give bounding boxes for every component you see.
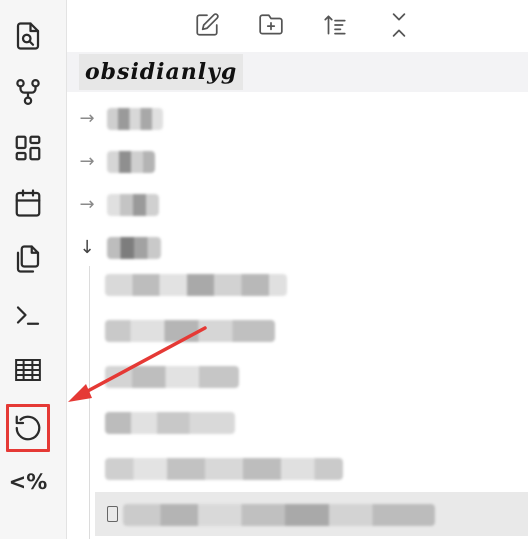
file-name-obscured bbox=[105, 458, 343, 480]
file-name-obscured bbox=[105, 366, 239, 388]
daily-note-calendar-icon[interactable] bbox=[8, 183, 48, 223]
file-row[interactable] bbox=[95, 308, 528, 352]
command-palette-icon[interactable] bbox=[8, 295, 48, 335]
table-icon[interactable] bbox=[8, 350, 48, 390]
file-row[interactable] bbox=[95, 446, 528, 490]
collapse-all-icon[interactable] bbox=[384, 10, 414, 40]
search-file-icon[interactable] bbox=[8, 16, 48, 56]
copy-files-icon[interactable] bbox=[8, 239, 48, 279]
file-row[interactable] bbox=[95, 354, 528, 398]
new-folder-icon[interactable] bbox=[256, 10, 286, 40]
file-row-selected[interactable] bbox=[95, 492, 528, 536]
new-note-icon[interactable] bbox=[192, 10, 222, 40]
template-code-icon[interactable]: <% bbox=[8, 462, 48, 502]
vault-name: obsidianlyg bbox=[79, 54, 244, 90]
folder-row[interactable]: → bbox=[67, 184, 528, 226]
folder-name-obscured bbox=[107, 108, 163, 130]
folder-row[interactable]: → bbox=[67, 141, 528, 183]
file-name-obscured bbox=[105, 320, 275, 342]
indent-guide bbox=[89, 266, 90, 539]
folder-row[interactable]: → bbox=[67, 98, 528, 140]
folder-name-obscured bbox=[107, 237, 161, 259]
file-explorer: obsidianlyg → → → ↓ bbox=[67, 0, 528, 539]
sort-icon[interactable] bbox=[320, 10, 350, 40]
arrow-down-icon: ↓ bbox=[79, 236, 95, 258]
arrow-right-icon: → bbox=[79, 193, 95, 215]
file-name-obscured bbox=[105, 412, 235, 434]
graph-view-icon[interactable] bbox=[8, 72, 48, 112]
file-name-obscured bbox=[123, 504, 435, 526]
history-restore-icon[interactable] bbox=[6, 404, 50, 452]
canvas-icon[interactable] bbox=[8, 128, 48, 168]
file-name-obscured bbox=[105, 274, 287, 296]
file-row[interactable] bbox=[95, 262, 528, 306]
folder-name-obscured bbox=[107, 151, 155, 173]
ribbon: <% bbox=[0, 0, 67, 539]
vault-root[interactable]: obsidianlyg bbox=[67, 52, 528, 92]
folder-name-obscured bbox=[107, 194, 159, 216]
arrow-right-icon: → bbox=[79, 150, 95, 172]
arrow-right-icon: → bbox=[79, 107, 95, 129]
file-icon bbox=[107, 506, 118, 522]
nav-header bbox=[67, 0, 528, 50]
file-row[interactable] bbox=[95, 400, 528, 444]
template-code-label: <% bbox=[8, 470, 48, 494]
